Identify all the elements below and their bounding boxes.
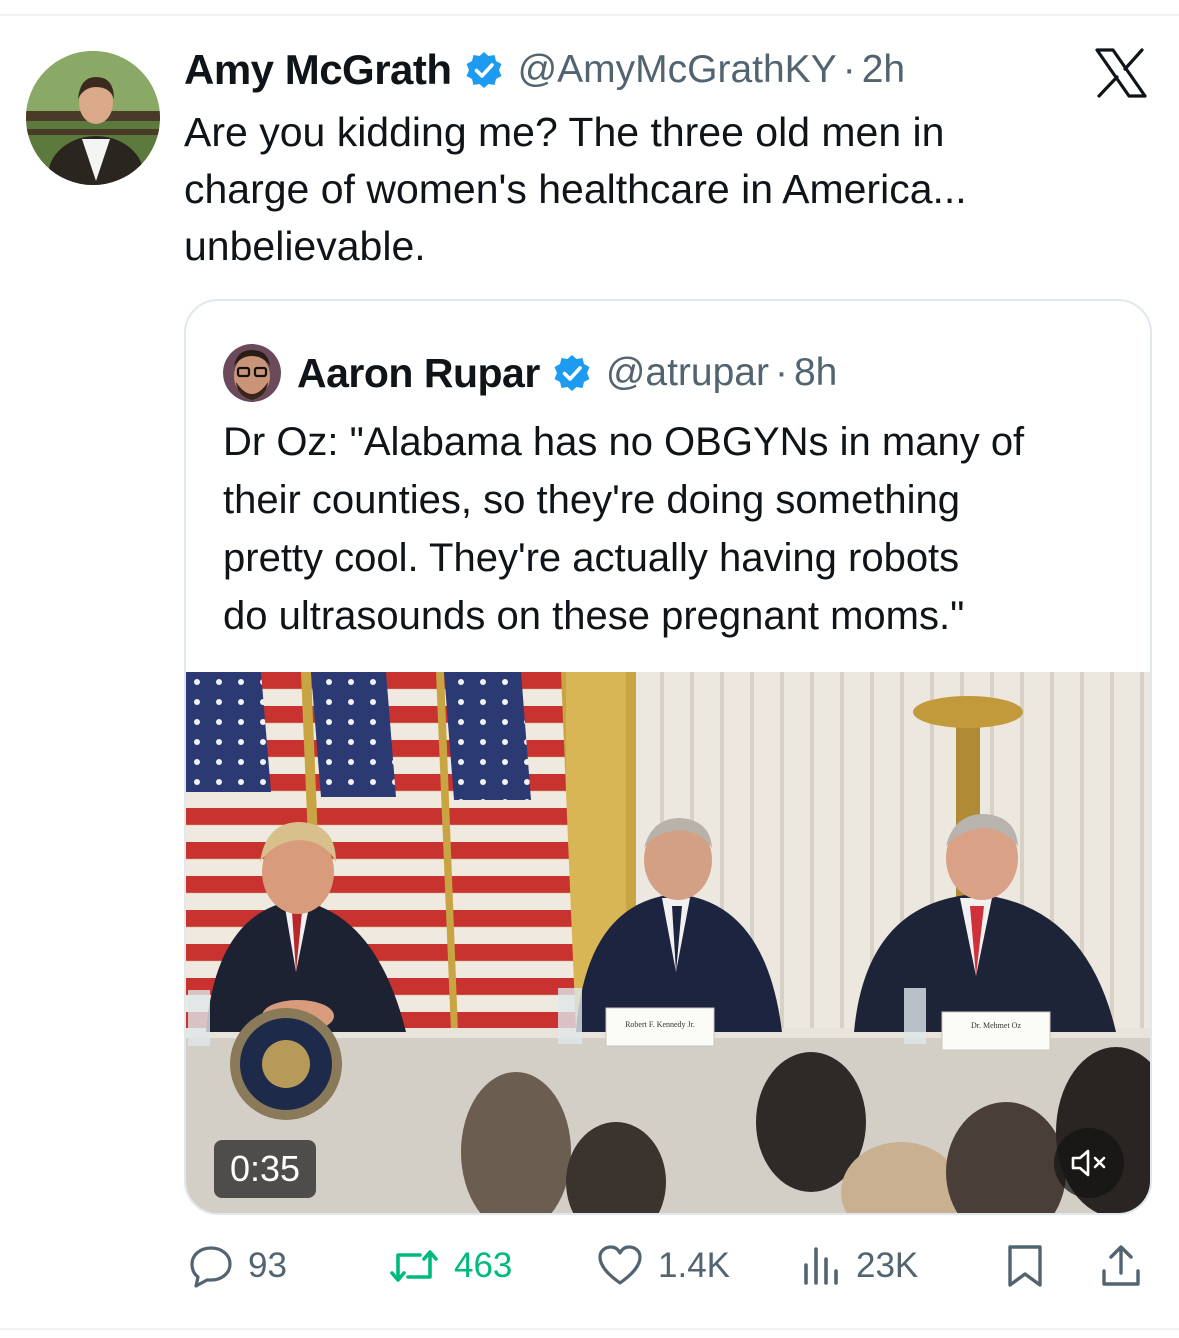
- quoted-text-line: Dr Oz: "Alabama has no OBGYNs in many of: [223, 420, 1025, 464]
- quoted-tweet-card[interactable]: Aaron Rupar @atrupar · 8h Dr Oz: "Alabam…: [184, 299, 1152, 1215]
- repost-icon: [390, 1250, 438, 1282]
- x-logo-icon: [1095, 48, 1147, 98]
- share-button[interactable]: [1098, 1238, 1144, 1294]
- tweet-time[interactable]: 2h: [862, 48, 905, 92]
- quoted-tweet-time[interactable]: 8h: [794, 351, 837, 395]
- like-button[interactable]: 1.4K: [596, 1238, 730, 1294]
- share-icon: [1102, 1245, 1140, 1286]
- view-count: 23K: [856, 1246, 919, 1285]
- video-player[interactable]: Robert F. Kennedy Jr. Dr. Mehmet Oz 0:35: [186, 672, 1150, 1213]
- video-duration: 0:35: [214, 1140, 317, 1198]
- views-button[interactable]: 23K: [800, 1238, 918, 1294]
- reply-icon: [190, 1246, 232, 1288]
- verified-badge-icon: [466, 52, 502, 88]
- tweet-text: Are you kidding me? The three old men in…: [184, 104, 1084, 275]
- views-icon: [804, 1247, 838, 1285]
- action-bar: 93 463 1.4K 23K: [0, 1238, 1179, 1294]
- author-name[interactable]: Amy McGrath: [184, 46, 452, 94]
- mute-button[interactable]: [1054, 1128, 1124, 1198]
- verified-badge-icon: [554, 355, 590, 391]
- presidential-seal: [230, 1008, 342, 1120]
- quoted-author-avatar[interactable]: [223, 344, 281, 402]
- tweet-text-line: charge of women's healthcare in America.…: [184, 166, 967, 212]
- video-frame: Robert F. Kennedy Jr. Dr. Mehmet Oz: [186, 672, 1150, 1213]
- tweet-text-line: Are you kidding me? The three old men in: [184, 109, 945, 155]
- reply-button[interactable]: 93: [188, 1238, 287, 1294]
- heart-icon: [598, 1245, 642, 1285]
- nameplate-oz: Dr. Mehmet Oz: [971, 1021, 1021, 1030]
- like-count: 1.4K: [658, 1246, 730, 1285]
- reply-count: 93: [248, 1246, 287, 1285]
- bottom-divider: [0, 1328, 1179, 1330]
- repost-button[interactable]: 463: [388, 1238, 512, 1294]
- author-avatar[interactable]: [26, 51, 160, 185]
- tweet-text-line: unbelievable.: [184, 223, 426, 269]
- top-divider: [0, 14, 1179, 16]
- separator-dot: ·: [842, 48, 856, 91]
- bookmark-icon: [1008, 1245, 1042, 1287]
- separator-dot: ·: [774, 351, 788, 394]
- muted-speaker-icon: [1071, 1149, 1106, 1177]
- quoted-tweet-text: Dr Oz: "Alabama has no OBGYNs in many of…: [223, 413, 1123, 645]
- quoted-author-handle[interactable]: @atrupar: [606, 351, 769, 395]
- repost-count: 463: [454, 1246, 513, 1285]
- nameplate-kennedy: Robert F. Kennedy Jr.: [625, 1020, 695, 1029]
- tweet-header: Amy McGrath @AmyMcGrathKY · 2h: [184, 44, 905, 96]
- quoted-text-line: do ultrasounds on these pregnant moms.": [223, 594, 965, 638]
- quoted-tweet-header: Aaron Rupar @atrupar · 8h: [223, 344, 837, 402]
- bookmark-button[interactable]: [1004, 1238, 1046, 1294]
- quoted-author-name[interactable]: Aaron Rupar: [297, 350, 540, 397]
- quoted-text-line: their counties, so they're doing somethi…: [223, 478, 960, 522]
- author-handle[interactable]: @AmyMcGrathKY: [518, 48, 837, 92]
- quoted-text-line: pretty cool. They're actually having rob…: [223, 536, 960, 580]
